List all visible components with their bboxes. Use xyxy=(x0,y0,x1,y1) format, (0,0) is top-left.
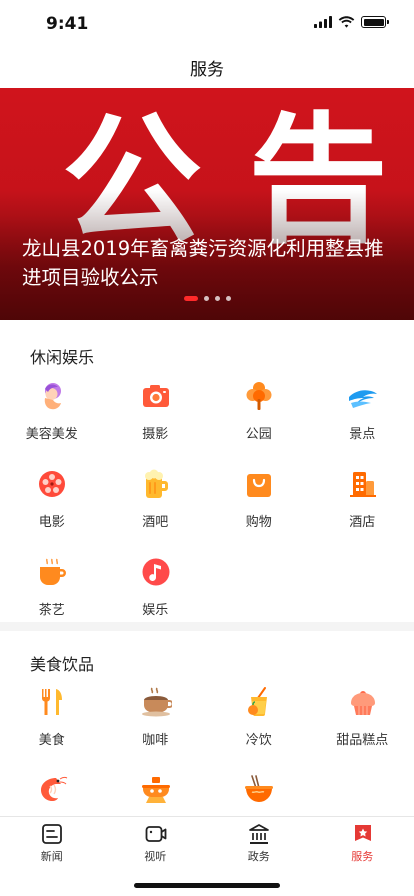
banner-page-dot[interactable] xyxy=(203,296,209,301)
beer-mug-icon xyxy=(140,468,172,500)
section-food: 美食饮品 美食 咖啡 冷饮 甜品糕点海鲜火锅小吃 xyxy=(0,631,414,817)
banner-page-dot[interactable] xyxy=(183,296,198,301)
scenic-wave-icon xyxy=(347,380,379,412)
fork-knife-icon xyxy=(36,686,68,718)
service-item[interactable]: 冷饮 xyxy=(207,686,311,766)
service-item-label: 酒吧 xyxy=(142,515,169,530)
park-tree-icon xyxy=(243,380,275,412)
film-reel-icon xyxy=(36,468,68,500)
service-item[interactable]: 美容美发 xyxy=(0,380,104,460)
wifi-icon xyxy=(338,16,355,28)
hotpot-icon xyxy=(140,774,172,806)
nav-bar: 服务 xyxy=(0,46,414,88)
music-note-icon xyxy=(140,556,172,588)
banner-page-dot[interactable] xyxy=(214,296,220,301)
home-indicator xyxy=(134,883,280,888)
service-item-label: 摄影 xyxy=(142,427,169,442)
status-bar: 9:41 xyxy=(0,0,414,46)
section-leisure: 休闲娱乐 美容美发 摄影 公园 景点电影 酒吧 购物 酒店茶艺 娱乐 xyxy=(0,320,414,622)
tab-news[interactable]: 新闻 xyxy=(0,817,104,867)
service-item-label: 购物 xyxy=(245,515,272,530)
service-item[interactable]: 公园 xyxy=(207,380,311,460)
video-icon xyxy=(145,823,167,845)
beauty-salon-icon xyxy=(36,380,68,412)
service-item[interactable]: 海鲜 xyxy=(0,774,104,817)
service-item[interactable]: 火锅 xyxy=(104,774,208,817)
camera-icon xyxy=(140,380,172,412)
service-item[interactable]: 咖啡 xyxy=(104,686,208,766)
news-icon xyxy=(41,823,63,845)
coffee-cup-icon xyxy=(140,686,173,718)
cellular-signal-icon xyxy=(314,16,332,28)
battery-icon xyxy=(361,16,389,28)
noodle-bowl-icon xyxy=(243,774,275,806)
page-title: 服务 xyxy=(190,59,224,80)
service-item-label: 酒店 xyxy=(349,515,376,530)
service-item[interactable]: 电影 xyxy=(0,468,104,548)
banner-page-indicator[interactable] xyxy=(0,296,414,301)
section-title: 美食饮品 xyxy=(30,655,95,674)
tab-label: 政务 xyxy=(247,850,270,863)
shopping-bag-icon xyxy=(243,468,275,500)
service-item-label: 公园 xyxy=(245,427,272,442)
service-item-label: 美食 xyxy=(38,733,65,748)
service-item[interactable]: 小吃 xyxy=(207,774,311,817)
service-item-label: 娱乐 xyxy=(142,603,169,618)
service-item-label: 咖啡 xyxy=(142,733,169,748)
shrimp-icon xyxy=(36,774,68,806)
service-item[interactable]: 景点 xyxy=(311,380,414,460)
tab-label: 视听 xyxy=(144,850,167,863)
service-item[interactable]: 酒吧 xyxy=(104,468,208,548)
service-item[interactable]: 摄影 xyxy=(104,380,208,460)
cupcake-icon xyxy=(347,686,379,718)
announcement-banner[interactable]: 公 告 龙山县2019年畜禽粪污资源化利用整县推进项目验收公示 xyxy=(0,88,414,320)
service-item-label: 甜品糕点 xyxy=(336,733,389,748)
service-item-label: 景点 xyxy=(349,427,376,442)
hotel-building-icon xyxy=(347,468,379,500)
tab-label: 服务 xyxy=(351,850,374,863)
section-divider xyxy=(0,622,414,631)
banner-caption: 龙山县2019年畜禽粪污资源化利用整县推进项目验收公示 xyxy=(22,237,384,289)
service-item-label: 茶艺 xyxy=(38,603,65,618)
tab-government[interactable]: 政务 xyxy=(207,817,311,867)
service-item-label: 冷饮 xyxy=(245,733,272,748)
service-item-label: 电影 xyxy=(38,515,65,530)
government-icon xyxy=(248,823,270,845)
service-item-label: 美容美发 xyxy=(25,427,78,442)
tab-label: 新闻 xyxy=(40,850,63,863)
service-item[interactable]: 酒店 xyxy=(311,468,414,548)
tab-service[interactable]: 服务 xyxy=(311,817,414,867)
service-icon xyxy=(352,823,374,845)
service-item[interactable]: 美食 xyxy=(0,686,104,766)
status-time: 9:41 xyxy=(46,14,89,34)
service-item[interactable]: 甜品糕点 xyxy=(311,686,414,766)
status-icons xyxy=(314,16,389,28)
service-item[interactable]: 购物 xyxy=(207,468,311,548)
cold-drink-icon xyxy=(243,686,275,718)
tea-cup-icon xyxy=(36,556,68,588)
section-title: 休闲娱乐 xyxy=(30,348,95,367)
banner-page-dot[interactable] xyxy=(225,296,231,301)
tab-video[interactable]: 视听 xyxy=(104,817,208,867)
